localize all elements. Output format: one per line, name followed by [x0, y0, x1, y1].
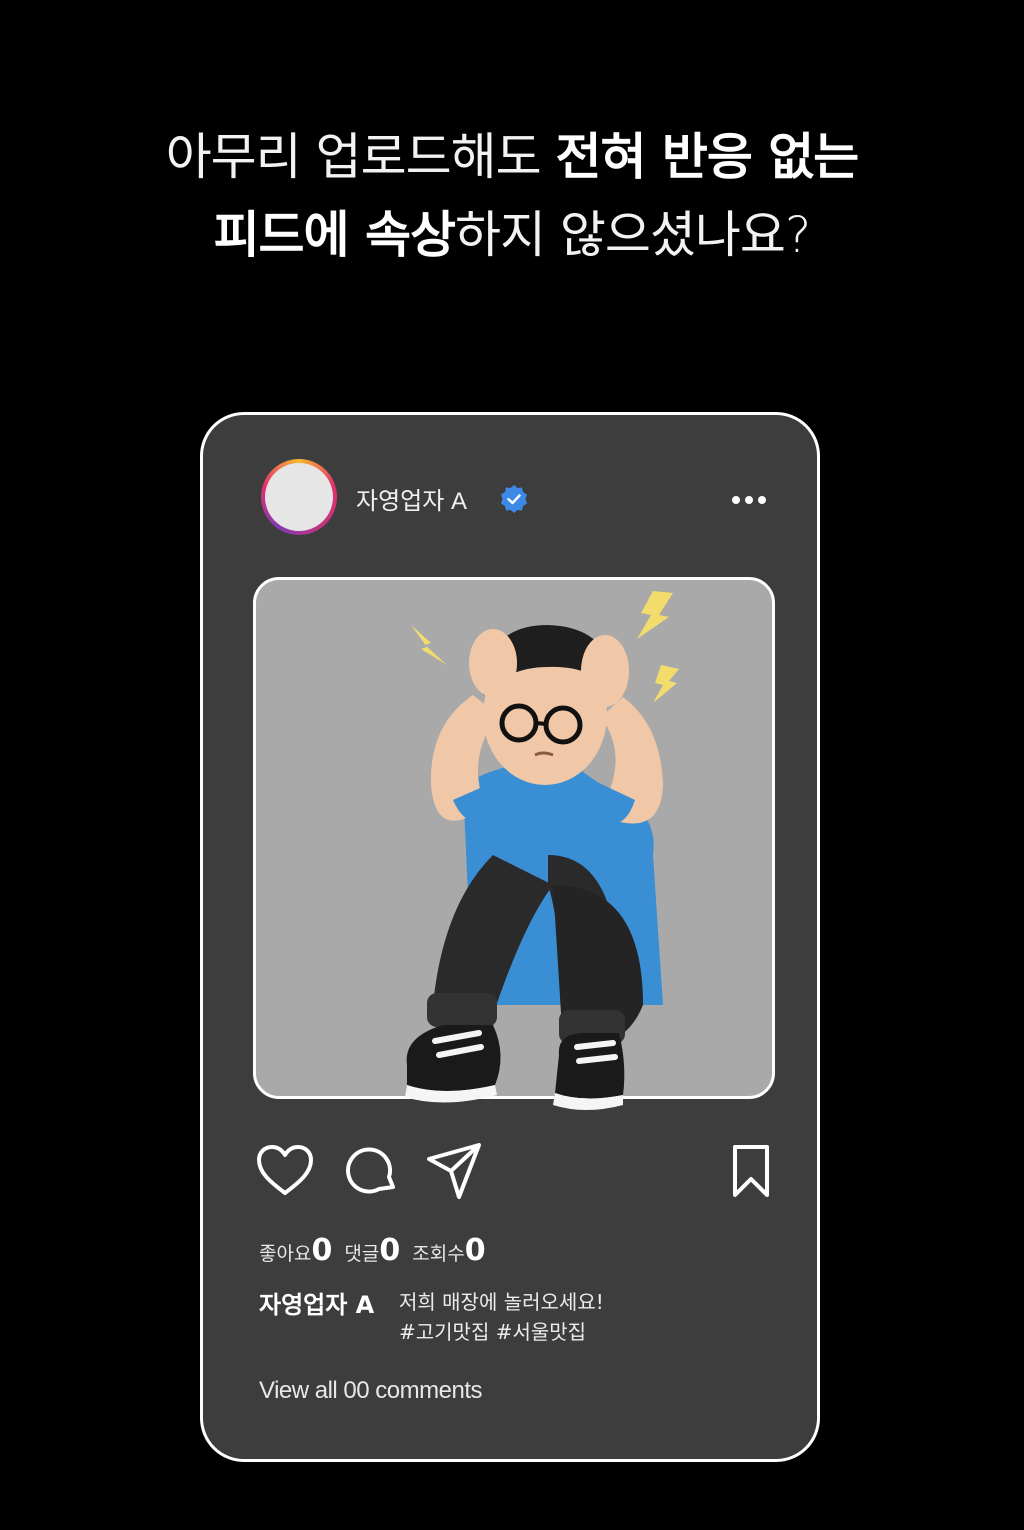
headline-text-light: 아무리 업로드해도	[165, 128, 556, 186]
heart-icon[interactable]	[255, 1143, 315, 1199]
post-username[interactable]: 자영업자 A	[356, 481, 467, 516]
headline-text-bold: 피드에 속상	[213, 206, 456, 264]
headline-text-bold: 전혀 반응 없는	[555, 128, 859, 186]
avatar[interactable]	[261, 459, 337, 535]
views-label: 조회수	[412, 1243, 465, 1265]
caption-author[interactable]: 자영업자 A	[259, 1285, 374, 1320]
likes-label: 좋아요	[259, 1243, 312, 1265]
view-all-comments-link[interactable]: View all 00 comments	[259, 1377, 483, 1405]
likes-count[interactable]: 0	[311, 1233, 332, 1268]
more-dots-icon[interactable]	[731, 495, 767, 505]
bookmark-icon[interactable]	[727, 1143, 775, 1199]
caption-hashtags[interactable]: #고기맛집 #서울맛집	[399, 1317, 604, 1347]
comment-bubble-icon[interactable]	[343, 1143, 399, 1199]
caption-text: 저희 매장에 놀러오세요! #고기맛집 #서울맛집	[399, 1287, 604, 1347]
headline-line-2: 피드에 속상하지 않으셨나요?	[0, 196, 1024, 274]
post-stats: 좋아요0 댓글0 조회수0	[259, 1233, 492, 1268]
send-paper-plane-icon[interactable]	[425, 1141, 483, 1201]
comments-count[interactable]: 0	[379, 1233, 400, 1268]
views-count: 0	[464, 1233, 486, 1268]
headline-text-light: 하지 않으셨나요?	[454, 206, 811, 264]
headline-line-1: 아무리 업로드해도 전혀 반응 없는	[0, 118, 1024, 196]
stressed-man-illustration	[405, 591, 679, 1110]
instagram-post-card: 자영업자 A 좋아요0 댓글0 조회수0 자영업자 A 저희 매장에 놀러오세요…	[200, 412, 820, 1462]
headline: 아무리 업로드해도 전혀 반응 없는 피드에 속상하지 않으셨나요?	[0, 118, 1024, 274]
verified-badge-icon	[501, 485, 527, 513]
caption-line: 저희 매장에 놀러오세요!	[399, 1290, 604, 1314]
comments-label: 댓글	[344, 1243, 380, 1265]
